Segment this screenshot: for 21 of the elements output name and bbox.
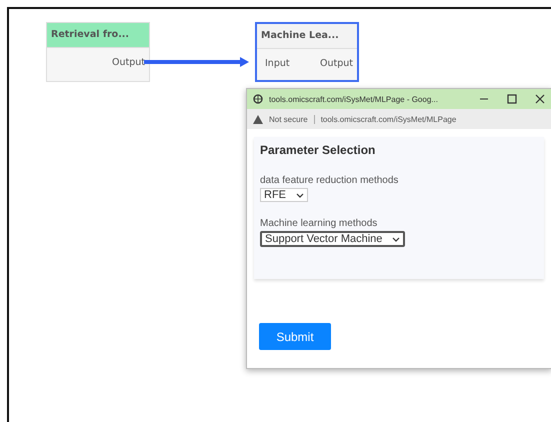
dropdown[interactable]: Support Vector Machine xyxy=(260,231,406,247)
node-title: Retrieval fro... xyxy=(47,23,149,48)
field-label: Machine learning methods xyxy=(260,218,378,229)
window-title: tools.omicscraft.com/iSysMet/MLPage - Goog... xyxy=(269,94,439,104)
submit-button[interactable]: Submit xyxy=(259,323,331,350)
warning-icon xyxy=(253,114,263,124)
security-label: Not secure xyxy=(269,114,308,124)
port-label: Input xyxy=(265,58,290,69)
port-label: Output xyxy=(320,58,353,69)
caret-icon xyxy=(296,192,304,198)
close-icon[interactable] xyxy=(535,94,545,104)
panel-heading: Parameter Selection xyxy=(260,143,376,157)
flow-node[interactable]: Retrieval fro... Output xyxy=(46,22,150,82)
field-label: data feature reduction methods xyxy=(260,175,398,186)
caret-icon xyxy=(392,236,400,242)
globe-icon xyxy=(253,94,263,104)
maximize-icon[interactable] xyxy=(507,94,517,104)
dropdown[interactable]: RFE xyxy=(260,188,308,202)
flow-node[interactable]: Machine Lea... Input Output xyxy=(255,22,359,82)
url-text[interactable]: tools.omicscraft.com/iSysMet/MLPage xyxy=(314,114,456,124)
port-label: Output xyxy=(112,57,145,68)
